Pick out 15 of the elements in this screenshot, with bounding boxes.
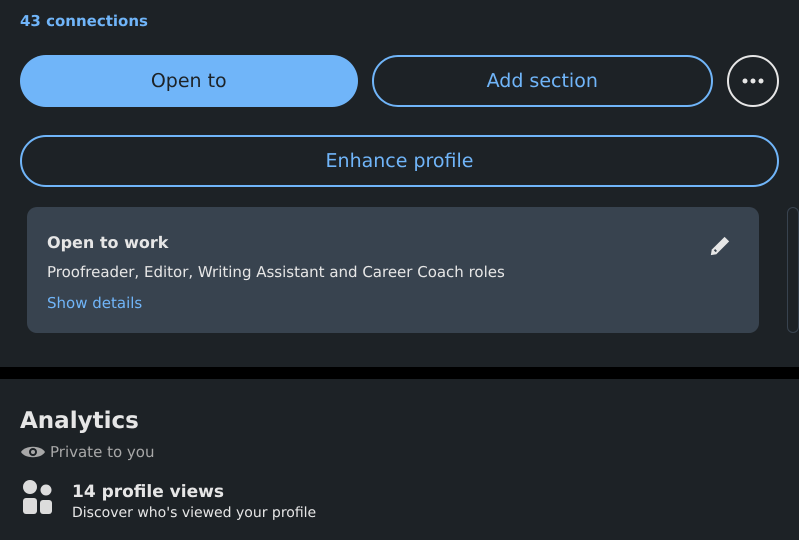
roles-text: Proofreader, Editor, Writing Assistant and Career Coach roles <box>47 262 506 283</box>
enhance-profile-button[interactable]: Enhance profile <box>20 135 779 187</box>
edit-icon[interactable] <box>709 235 731 257</box>
more-button[interactable] <box>727 55 779 107</box>
add-section-button[interactable]: Add section <box>372 55 713 107</box>
connections-link[interactable]: 43 connections <box>20 10 779 34</box>
card-title: Open to work <box>47 232 168 254</box>
views-title: 14 profile views <box>72 480 225 504</box>
views-subtitle: Discover who's viewed your profile <box>72 505 316 521</box>
more-icon <box>742 78 764 84</box>
privacy-text: Private to you <box>50 442 154 463</box>
open-to-button[interactable]: Open to <box>20 55 358 107</box>
analytics-heading: Analytics <box>20 407 140 435</box>
people-icon <box>20 480 54 514</box>
show-details-link[interactable]: Show details <box>47 292 142 314</box>
